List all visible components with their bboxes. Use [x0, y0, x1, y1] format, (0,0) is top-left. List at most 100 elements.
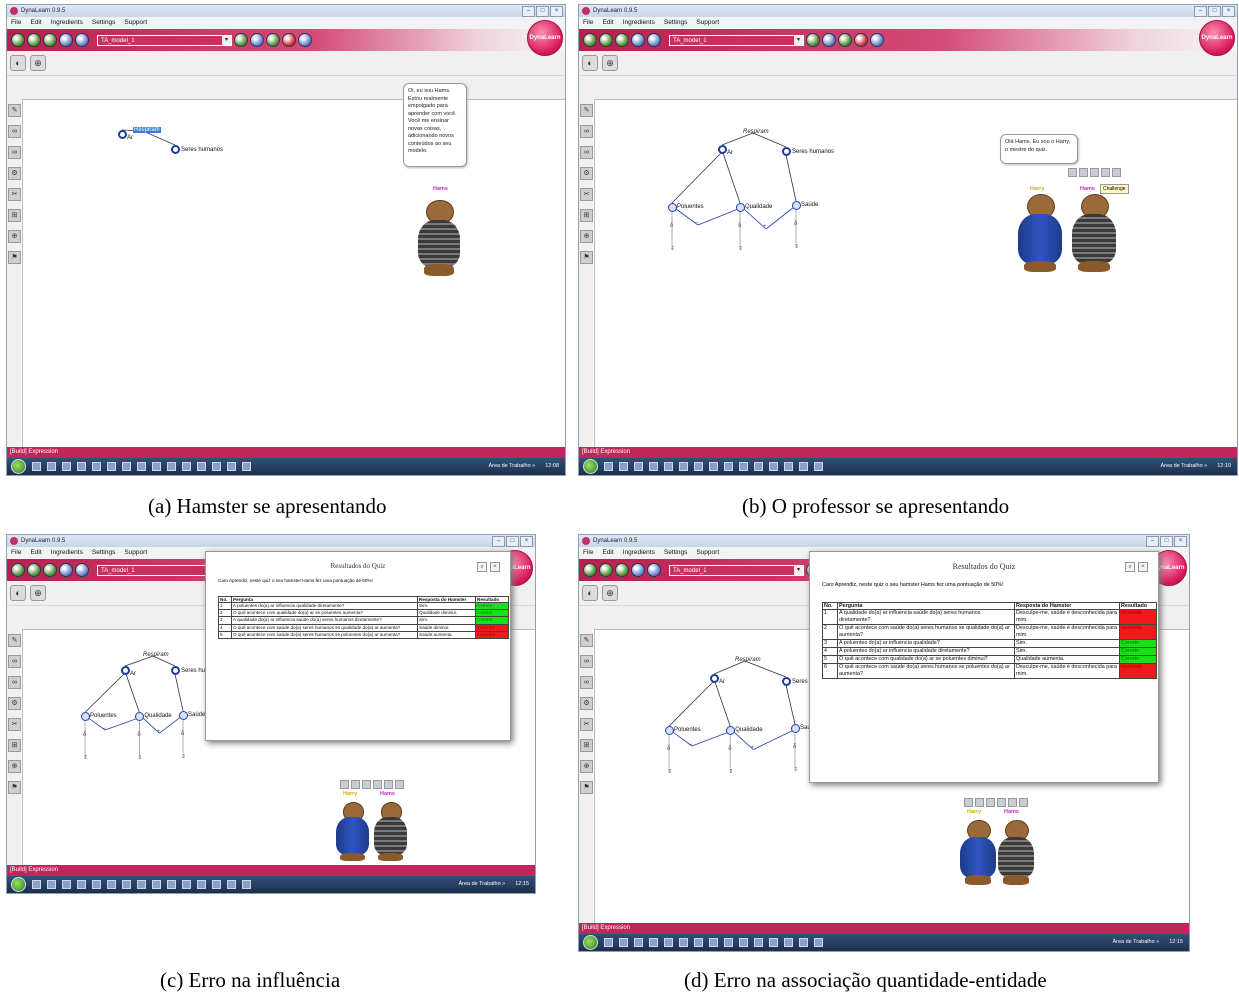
taskbar-app-icon[interactable]	[62, 880, 71, 889]
sidebar-tool-icon[interactable]: ∞	[580, 125, 593, 138]
action-icon[interactable]	[351, 780, 360, 789]
sidebar-tool-icon[interactable]: ⚑	[580, 781, 593, 794]
action-icon[interactable]	[1008, 798, 1017, 807]
close-icon[interactable]: ×	[1138, 562, 1148, 572]
sidebar-tool-icon[interactable]: ∞	[8, 676, 21, 689]
taskbar-app-icon[interactable]	[92, 880, 101, 889]
taskbar-app-icon[interactable]	[679, 938, 688, 947]
sidebar-tool-icon[interactable]: ✂	[8, 188, 21, 201]
entity-node-air[interactable]	[121, 666, 130, 675]
toolbar-action-icon[interactable]	[870, 33, 884, 47]
close-button[interactable]: ×	[1174, 536, 1187, 547]
globe-tool-icon[interactable]: ⊕	[602, 585, 618, 601]
action-icon[interactable]	[340, 780, 349, 789]
chevron-down-icon[interactable]: ▾	[794, 565, 803, 575]
sidebar-tool-icon[interactable]: ⚑	[8, 781, 21, 794]
sidebar-tool-icon[interactable]: ✎	[8, 634, 21, 647]
sidebar-tool-icon[interactable]: ⚙	[8, 697, 21, 710]
sidebar-tool-icon[interactable]: ⚑	[8, 251, 21, 264]
toolbar-globe-icon[interactable]	[43, 563, 57, 577]
menu-item-ingredients[interactable]: Ingredients	[51, 547, 83, 559]
taskbar-app-icon[interactable]	[784, 462, 793, 471]
sidebar-tool-icon[interactable]: ✂	[580, 718, 593, 731]
globe-tool-icon[interactable]: ⊕	[30, 585, 46, 601]
taskbar-app-icon[interactable]	[92, 462, 101, 471]
menu-item-ingredients[interactable]: Ingredients	[623, 17, 655, 29]
sidebar-tool-icon[interactable]: ∞	[580, 146, 593, 159]
taskbar-app-icon[interactable]	[47, 462, 56, 471]
toolbar-globe-icon[interactable]	[11, 563, 25, 577]
taskbar-app-icon[interactable]	[649, 462, 658, 471]
taskbar-app-icon[interactable]	[679, 462, 688, 471]
taskbar-app-icon[interactable]	[182, 880, 191, 889]
pointer-tool-icon[interactable]: ◐	[10, 585, 26, 601]
taskbar-app-icon[interactable]	[739, 938, 748, 947]
maximize-button[interactable]: □	[506, 536, 519, 547]
taskbar-app-icon[interactable]	[754, 938, 763, 947]
sidebar-tool-icon[interactable]: ✎	[580, 104, 593, 117]
sidebar-tool-icon[interactable]: ⚙	[580, 697, 593, 710]
taskbar-app-icon[interactable]	[769, 938, 778, 947]
action-icon[interactable]	[1101, 168, 1110, 177]
toolbar-globe-icon[interactable]	[43, 33, 57, 47]
taskbar-app-icon[interactable]	[634, 462, 643, 471]
toolbar-action-icon[interactable]	[250, 33, 264, 47]
toolbar-action-icon[interactable]	[282, 33, 296, 47]
taskbar-app-icon[interactable]	[137, 462, 146, 471]
start-button[interactable]	[11, 459, 26, 474]
taskbar-app-icon[interactable]	[694, 938, 703, 947]
taskbar-app-icon[interactable]	[724, 938, 733, 947]
sidebar-tool-icon[interactable]: ∞	[8, 125, 21, 138]
entity-node-humans[interactable]	[782, 147, 791, 156]
maximize-button[interactable]: □	[1208, 6, 1221, 17]
close-button[interactable]: ×	[520, 536, 533, 547]
menu-item-support[interactable]: Support	[696, 547, 719, 559]
toolbar-action-icon[interactable]	[838, 33, 852, 47]
taskbar-app-icon[interactable]	[649, 938, 658, 947]
sidebar-tool-icon[interactable]: ⊕	[8, 230, 21, 243]
menu-item-ingredients[interactable]: Ingredients	[51, 17, 83, 29]
taskbar-app-icon[interactable]	[694, 462, 703, 471]
taskbar-app-icon[interactable]	[182, 462, 191, 471]
taskbar-app-icon[interactable]	[799, 938, 808, 947]
sidebar-tool-icon[interactable]: ∞	[8, 655, 21, 668]
action-icon[interactable]	[1090, 168, 1099, 177]
sidebar-tool-icon[interactable]: ⊞	[580, 209, 593, 222]
action-icon[interactable]	[1112, 168, 1121, 177]
action-icon[interactable]	[1019, 798, 1028, 807]
taskbar-app-icon[interactable]	[739, 462, 748, 471]
menu-item-ingredients[interactable]: Ingredients	[623, 547, 655, 559]
taskbar-app-icon[interactable]	[197, 462, 206, 471]
sidebar-tool-icon[interactable]: ⊞	[8, 739, 21, 752]
close-button[interactable]: ×	[550, 6, 563, 17]
taskbar-app-icon[interactable]	[784, 938, 793, 947]
challenge-button[interactable]: Challenge	[1100, 184, 1129, 194]
toolbar-globe-icon[interactable]	[27, 563, 41, 577]
action-icon[interactable]	[395, 780, 404, 789]
toolbar-globe-icon[interactable]	[59, 563, 73, 577]
taskbar-app-icon[interactable]	[799, 462, 808, 471]
entity-node-air[interactable]	[710, 674, 719, 683]
taskbar-app-icon[interactable]	[664, 462, 673, 471]
model-selector[interactable]: TA_model_1 ▾	[669, 34, 804, 46]
menu-item-edit[interactable]: Edit	[602, 547, 613, 559]
taskbar-app-icon[interactable]	[227, 462, 236, 471]
action-icon[interactable]	[964, 798, 973, 807]
taskbar-app-icon[interactable]	[814, 462, 823, 471]
start-button[interactable]	[583, 459, 598, 474]
pointer-tool-icon[interactable]: ◐	[582, 55, 598, 71]
sidebar-tool-icon[interactable]: ✎	[8, 104, 21, 117]
taskbar-app-icon[interactable]	[77, 880, 86, 889]
taskbar-app-icon[interactable]	[122, 462, 131, 471]
taskbar-app-icon[interactable]	[107, 462, 116, 471]
entity-node-humans[interactable]	[171, 666, 180, 675]
taskbar-app-icon[interactable]	[47, 880, 56, 889]
entity-node-air[interactable]	[718, 145, 727, 154]
model-selector[interactable]: TA_model_1 ▾	[669, 564, 804, 576]
toolbar-action-icon[interactable]	[234, 33, 248, 47]
menu-item-file[interactable]: File	[11, 547, 21, 559]
taskbar-app-icon[interactable]	[167, 880, 176, 889]
minimize-button[interactable]: –	[1194, 6, 1207, 17]
toolbar-globe-icon[interactable]	[599, 33, 613, 47]
menu-item-edit[interactable]: Edit	[30, 17, 41, 29]
